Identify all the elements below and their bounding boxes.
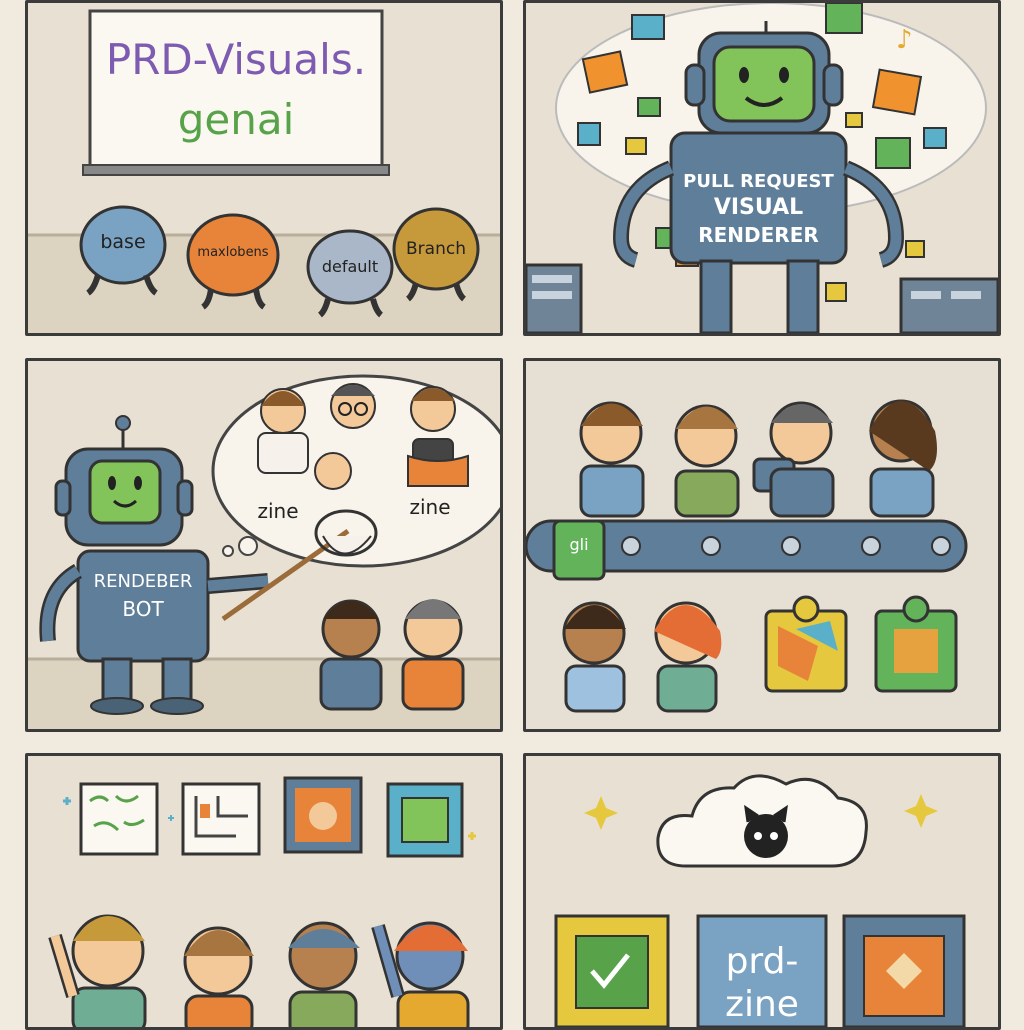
panel2-art: ♪ xyxy=(526,3,998,333)
chest-line-2: VISUAL xyxy=(713,195,804,220)
thought-label-left: zine xyxy=(257,499,299,523)
panel-rendebot: zine zine RENDEBER BOT xyxy=(25,358,503,732)
machine-right xyxy=(899,277,998,333)
panel-whiteboard: PRD-Visuals. genai base maxlobens defaul… xyxy=(25,0,503,336)
blob-label-default: default xyxy=(321,257,379,276)
cat-logo-icon xyxy=(744,814,788,858)
blob-label-branch: Branch xyxy=(406,239,466,259)
chest-line-1: PULL REQUEST xyxy=(683,171,834,192)
panel-conveyor: gli xyxy=(523,358,1001,732)
conveyor-tile-label: gli xyxy=(569,535,589,554)
card-text-line-2: zine xyxy=(725,984,799,1025)
panel-robot-renderer: ♪ PULL REQUEST VISUAL RENDERER xyxy=(523,0,1001,336)
rendebot-chest-line-1: RENDEBER xyxy=(93,571,193,592)
board-subtitle: genai xyxy=(177,95,295,144)
chest-line-3: RENDERER xyxy=(698,223,819,247)
rendebot-chest-line-2: BOT xyxy=(122,597,164,621)
blob-label-base: base xyxy=(100,231,146,253)
panel3-art xyxy=(28,374,500,729)
panel-cloud-publish: prd- zine xyxy=(523,753,1001,1030)
card-text-line-1: prd- xyxy=(725,941,799,982)
thought-label-right: zine xyxy=(409,495,451,519)
panel-cheering xyxy=(25,753,503,1030)
panel5-art xyxy=(28,756,500,1027)
svg-text:♪: ♪ xyxy=(896,25,913,55)
board-title: PRD-Visuals. xyxy=(105,35,367,84)
blob-label-maxlobens: maxlobens xyxy=(197,245,269,260)
